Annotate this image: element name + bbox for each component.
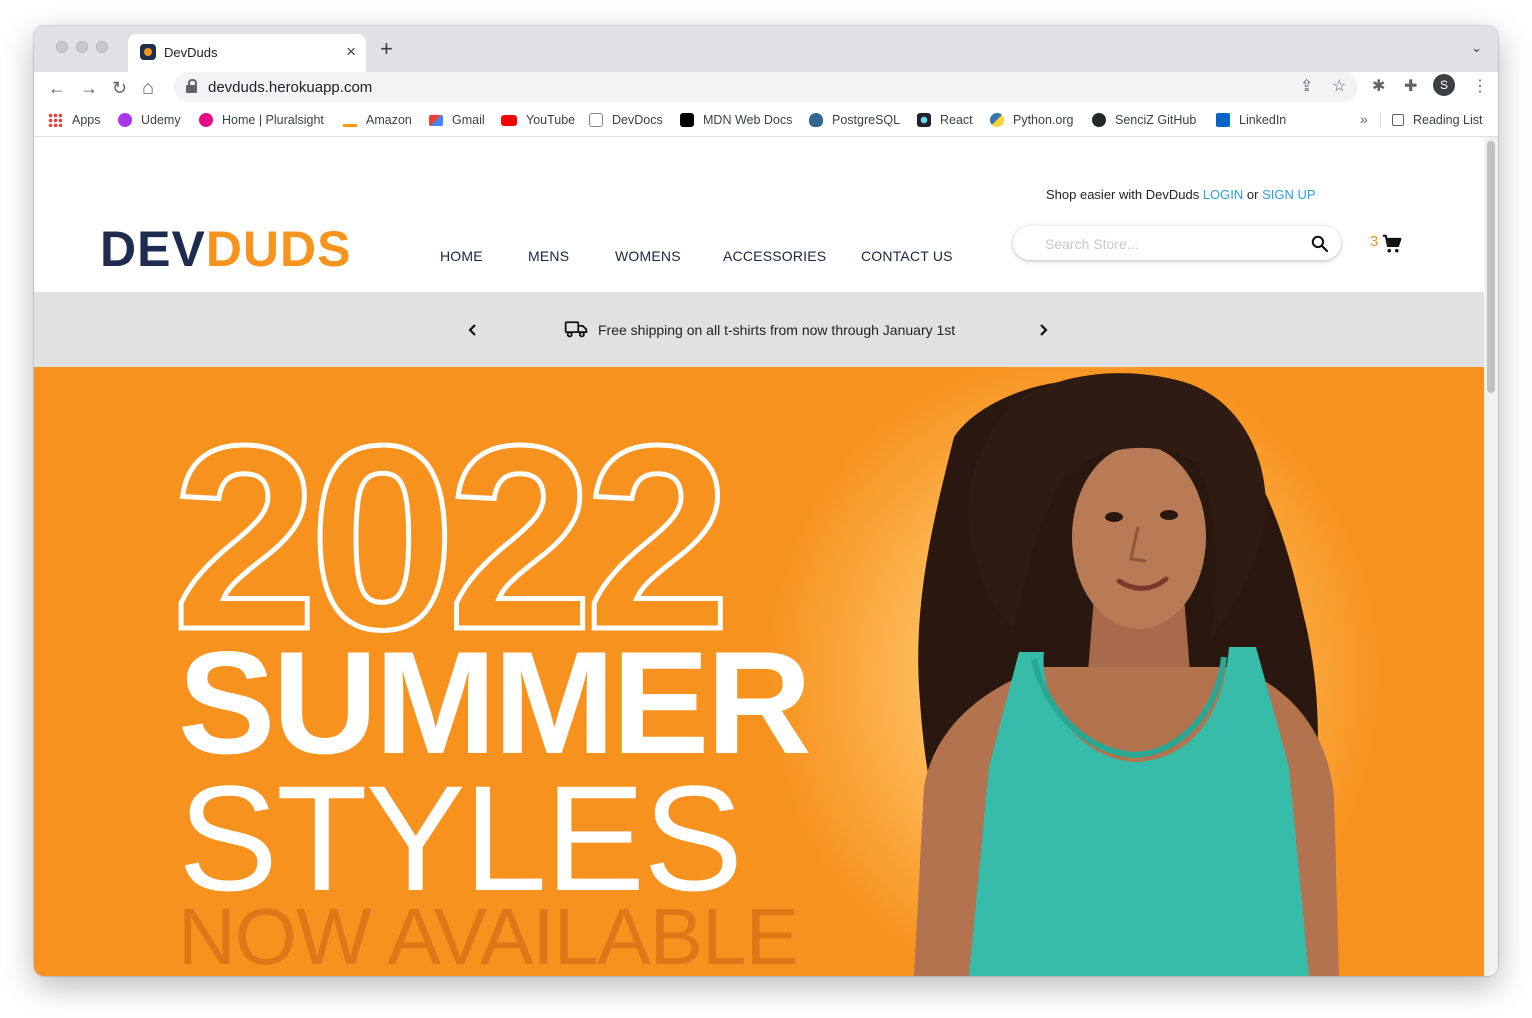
postgresql-elephant-icon [809, 113, 823, 127]
browser-toolbar: ← → ↻ ⌂ devduds.herokuapp.com ⇪ ☆ [34, 72, 1498, 104]
pluralsight-icon [199, 113, 213, 127]
page-viewport: Shop easier with DevDuds LOGIN or SIGN U… [34, 137, 1484, 976]
search-input[interactable] [1043, 226, 1307, 262]
new-tab-button[interactable]: + [380, 36, 393, 62]
extensions-puzzle-icon[interactable]: ✚ [1404, 76, 1417, 96]
shipping-banner: Free shipping on all t-shirts from now t… [34, 292, 1484, 367]
bookmark-label: Amazon [366, 113, 412, 127]
delivery-truck-icon [564, 321, 588, 338]
gmail-icon [429, 114, 443, 126]
bookmark-label: Home | Pluralsight [222, 113, 324, 127]
hero-headline-styles: STYLES [178, 754, 743, 922]
bookmark-label: React [940, 113, 973, 127]
bookmark-label: Apps [72, 113, 101, 127]
tab-search-chevron-icon[interactable]: ⌄ [1471, 40, 1482, 56]
store-search [1013, 226, 1341, 262]
devdocs-icon [589, 113, 603, 127]
react-icon [917, 113, 931, 127]
hero-banner[interactable]: 2022 SUMMER STYLES NOW AVAILABLE [34, 367, 1484, 976]
bookmark-postgresql[interactable]: PostgreSQL [809, 110, 900, 130]
reading-list-button[interactable]: Reading List [1392, 110, 1483, 130]
browser-menu-icon[interactable]: ⋮ [1472, 76, 1488, 96]
minimize-window-button[interactable] [76, 41, 88, 53]
bookmark-pluralsight[interactable]: Home | Pluralsight [199, 110, 324, 130]
mdn-icon [680, 113, 694, 127]
devduds-favicon-icon [140, 44, 156, 60]
more-bookmarks-chevron-icon[interactable]: » [1360, 111, 1368, 127]
bookmark-label: YouTube [526, 113, 576, 127]
bookmark-youtube[interactable]: YouTube [501, 110, 575, 130]
or-text: or [1246, 187, 1259, 202]
page-scrollbar[interactable] [1484, 137, 1498, 976]
bookmark-label: LinkedIn [1239, 113, 1287, 127]
nav-mens[interactable]: MENS [528, 248, 569, 264]
apps-grid-icon [48, 113, 62, 127]
udemy-icon [118, 113, 132, 127]
nav-womens[interactable]: WOMENS [615, 248, 681, 264]
bookmark-label: MDN Web Docs [703, 113, 793, 127]
account-prompt-text: Shop easier with DevDuds [1046, 187, 1200, 202]
bookmark-devdocs[interactable]: DevDocs [589, 110, 663, 130]
close-window-button[interactable] [56, 41, 68, 53]
shipping-message: Free shipping on all t-shirts from now t… [598, 322, 956, 338]
close-tab-icon[interactable]: × [346, 42, 356, 62]
reading-list-icon [1392, 114, 1404, 126]
reload-icon[interactable]: ↻ [112, 76, 127, 100]
forward-arrow-icon[interactable]: → [80, 76, 98, 100]
scrollbar-thumb[interactable] [1487, 141, 1495, 393]
devduds-logo[interactable]: DEVDUDS [100, 219, 352, 279]
chevron-left-icon[interactable] [464, 318, 480, 342]
bookmark-label: Udemy [141, 113, 181, 127]
bookmark-linkedin[interactable]: LinkedIn [1216, 110, 1286, 130]
share-icon[interactable]: ⇪ [1300, 77, 1313, 97]
login-link[interactable]: LOGIN [1203, 187, 1243, 202]
chevron-right-icon[interactable] [1036, 318, 1052, 342]
bookmark-label: Python.org [1013, 113, 1074, 127]
bookmarks-bar: Apps Udemy Home | Pluralsight Amazon Gma… [34, 104, 1498, 137]
nav-accessories[interactable]: ACCESSORIES [723, 248, 826, 264]
linkedin-icon [1216, 113, 1230, 127]
account-prompt: Shop easier with DevDuds LOGIN or SIGN U… [1046, 187, 1316, 202]
url-text[interactable]: devduds.herokuapp.com [208, 79, 372, 96]
profile-avatar[interactable]: S [1433, 74, 1455, 96]
bookmark-react[interactable]: React [917, 110, 973, 130]
tab-strip: DevDuds × + ⌄ [34, 26, 1498, 72]
logo-dev-text: DEV [100, 221, 206, 277]
bookmark-label: SenciZ GitHub [1115, 113, 1197, 127]
bookmark-github[interactable]: SenciZ GitHub [1092, 110, 1196, 130]
tab-title: DevDuds [164, 45, 218, 60]
shopping-cart-icon[interactable] [1381, 233, 1403, 255]
youtube-icon [501, 114, 517, 126]
browser-tab[interactable]: DevDuds × [128, 34, 366, 72]
zoom-window-button[interactable] [96, 41, 108, 53]
bookmark-apps[interactable]: Apps [48, 110, 101, 130]
home-icon[interactable]: ⌂ [142, 76, 154, 100]
hero-subheadline: NOW AVAILABLE [178, 892, 799, 977]
address-bar[interactable]: devduds.herokuapp.com ⇪ ☆ [174, 72, 1358, 102]
extension-bug-icon[interactable]: ✱ [1372, 76, 1385, 96]
bookmark-mdn[interactable]: MDN Web Docs [680, 110, 792, 130]
lock-icon[interactable] [186, 79, 197, 93]
bookmark-udemy[interactable]: Udemy [118, 110, 181, 130]
github-icon [1092, 113, 1106, 127]
bookmark-label: Gmail [452, 113, 485, 127]
search-icon[interactable] [1310, 234, 1329, 253]
cart-count-badge: 3 [1370, 233, 1379, 250]
logo-duds-text: DUDS [205, 221, 352, 277]
bookmark-label: PostgreSQL [832, 113, 901, 127]
nav-home[interactable]: HOME [440, 248, 483, 264]
amazon-icon [343, 113, 357, 127]
bookmark-star-icon[interactable]: ☆ [1332, 77, 1346, 97]
back-arrow-icon[interactable]: ← [48, 76, 66, 100]
bookmarks-divider [1380, 112, 1381, 128]
python-icon [990, 113, 1004, 127]
signup-link[interactable]: SIGN UP [1262, 187, 1315, 202]
bookmark-label: DevDocs [612, 113, 663, 127]
bookmark-python[interactable]: Python.org [990, 110, 1073, 130]
nav-contact-us[interactable]: CONTACT US [861, 248, 953, 264]
browser-window: DevDuds × + ⌄ ← → ↻ ⌂ devduds.herokuapp.… [34, 26, 1498, 976]
bookmark-gmail[interactable]: Gmail [429, 110, 485, 130]
bookmark-amazon[interactable]: Amazon [343, 110, 412, 130]
reading-list-label: Reading List [1413, 113, 1483, 127]
